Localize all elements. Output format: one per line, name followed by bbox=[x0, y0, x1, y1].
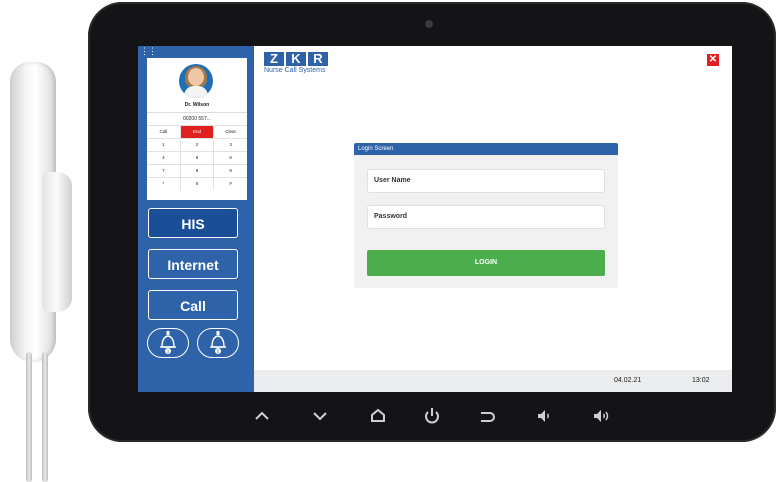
login-button[interactable]: LOGIN bbox=[367, 250, 605, 276]
logo-letter: R bbox=[308, 52, 328, 66]
clear-key[interactable]: Clear bbox=[213, 126, 247, 138]
volume-down-icon[interactable] bbox=[532, 404, 556, 428]
key-3[interactable]: 3 bbox=[213, 139, 247, 151]
zkr-logo: Z K R Nurse Call Systems bbox=[264, 52, 328, 74]
phone-card: Dr. Wilson 00200 557... Call End Clear 1… bbox=[147, 58, 247, 200]
logo-subtitle: Nurse Call Systems bbox=[264, 67, 326, 74]
left-sidebar: ⋮⋮ Dr. Wilson 00200 557... Call End Clea… bbox=[138, 46, 254, 392]
tablet-screen: ⋮⋮ Dr. Wilson 00200 557... Call End Clea… bbox=[138, 46, 732, 392]
key-star[interactable]: * bbox=[147, 178, 180, 190]
handset-holder bbox=[42, 172, 72, 312]
key-4[interactable]: 4 bbox=[147, 152, 180, 164]
internet-button[interactable]: Internet bbox=[148, 249, 238, 279]
handset-cable bbox=[42, 352, 48, 482]
key-hash[interactable]: # bbox=[213, 178, 247, 190]
key-2[interactable]: 2 bbox=[179, 139, 214, 151]
back-icon[interactable] bbox=[474, 404, 498, 428]
status-footer: 04.02.21 13:02 bbox=[254, 370, 732, 392]
call-button[interactable]: Call bbox=[148, 290, 238, 320]
call-key[interactable]: Call bbox=[147, 126, 180, 138]
logo-letter: Z bbox=[264, 52, 284, 66]
username-field[interactable]: User Name bbox=[367, 169, 605, 193]
bell-icon: 2 bbox=[210, 331, 226, 354]
key-0[interactable]: 0 bbox=[179, 178, 214, 190]
camera-icon bbox=[425, 20, 433, 28]
login-panel: Login Screen User Name Password LOGIN bbox=[354, 143, 618, 288]
nurse-bell-2-button[interactable]: 2 bbox=[197, 328, 239, 358]
key-9[interactable]: 9 bbox=[213, 165, 247, 177]
keypad: Call End Clear 1 2 3 4 5 6 7 8 9 * 0 # bbox=[147, 125, 247, 190]
close-icon[interactable]: ✕ bbox=[707, 54, 719, 66]
key-8[interactable]: 8 bbox=[179, 165, 214, 177]
footer-date: 04.02.21 bbox=[614, 377, 642, 384]
logo-letter: K bbox=[286, 52, 306, 66]
volume-up-icon[interactable] bbox=[590, 404, 614, 428]
nurse-bell-1-button[interactable]: 1 bbox=[147, 328, 189, 358]
divider bbox=[147, 112, 247, 113]
key-7[interactable]: 7 bbox=[147, 165, 180, 177]
chevron-up-icon[interactable] bbox=[250, 404, 274, 428]
home-icon[interactable] bbox=[366, 404, 390, 428]
bell-icon: 1 bbox=[160, 331, 176, 354]
chevron-down-icon[interactable] bbox=[308, 404, 332, 428]
his-button[interactable]: HIS bbox=[148, 208, 238, 238]
tablet-device: ⋮⋮ Dr. Wilson 00200 557... Call End Clea… bbox=[88, 2, 776, 442]
handset-cable bbox=[26, 352, 32, 482]
key-6[interactable]: 6 bbox=[213, 152, 247, 164]
login-header: Login Screen bbox=[354, 143, 618, 155]
password-field[interactable]: Password bbox=[367, 205, 605, 229]
end-key[interactable]: End bbox=[179, 126, 214, 138]
nurse-call-handset bbox=[2, 62, 72, 482]
key-5[interactable]: 5 bbox=[179, 152, 214, 164]
hardware-soft-keys bbox=[238, 404, 638, 428]
power-icon[interactable] bbox=[420, 404, 444, 428]
dialed-number: 00200 557... bbox=[183, 116, 211, 122]
contact-name: Dr. Wilson bbox=[184, 102, 210, 108]
avatar bbox=[179, 64, 213, 98]
key-1[interactable]: 1 bbox=[147, 139, 180, 151]
footer-time: 13:02 bbox=[692, 377, 710, 384]
